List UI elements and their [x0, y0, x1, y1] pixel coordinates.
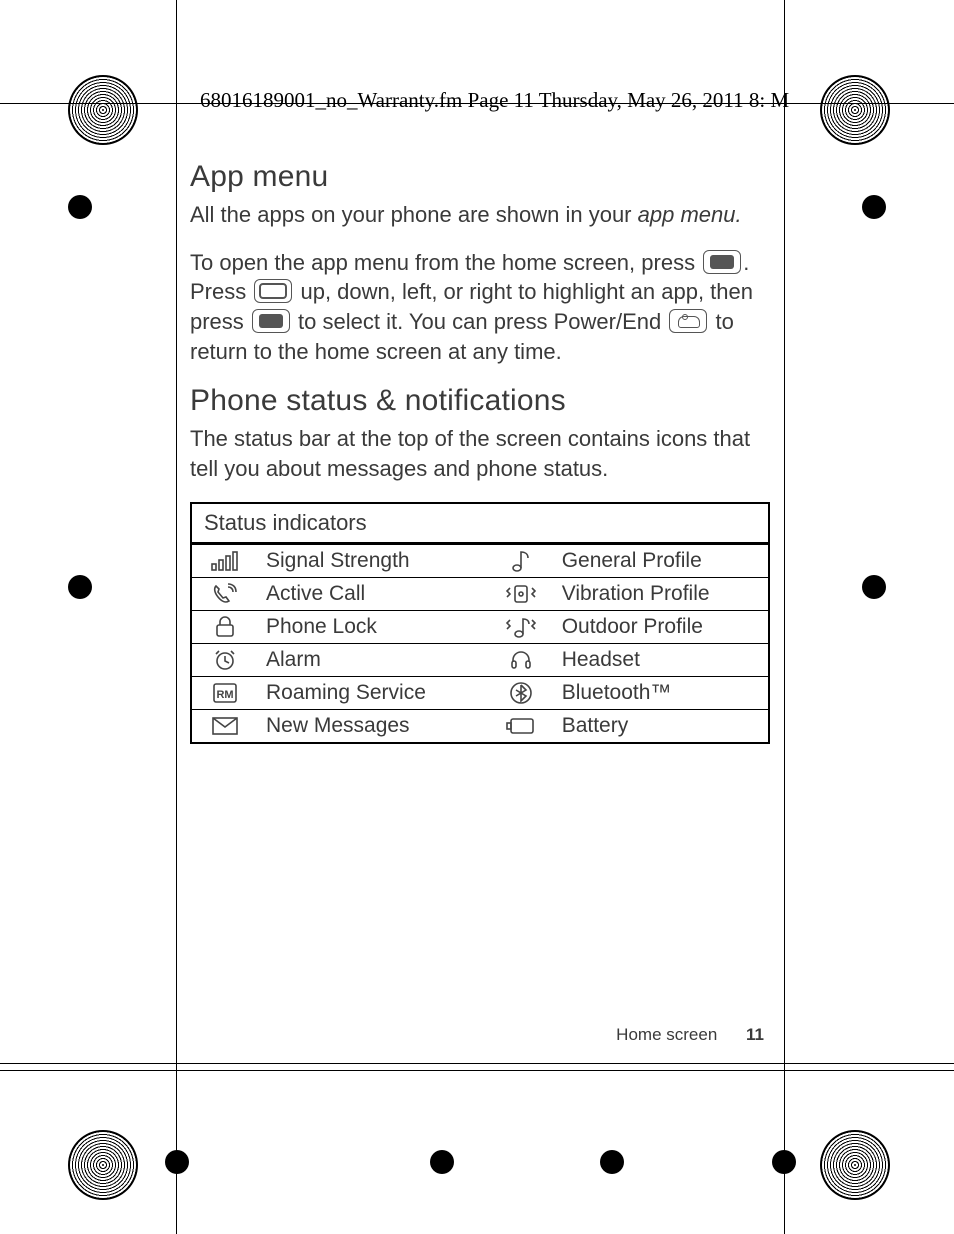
phone-lock-icon [191, 610, 258, 643]
crop-dot-icon [430, 1150, 454, 1174]
active-call-icon [191, 577, 258, 610]
text: To open the app menu from the home scree… [190, 250, 701, 275]
signal-strength-icon [191, 543, 258, 577]
crop-line-bottom [0, 1063, 954, 1064]
crop-line-right [784, 0, 785, 1234]
heading-phone-status: Phone status & notifications [190, 384, 770, 418]
roaming-icon: RM [191, 676, 258, 709]
page-footer: Home screen 11 [616, 1025, 764, 1045]
crop-line-left [176, 0, 177, 1234]
power-end-key-icon [669, 309, 707, 333]
table-title: Status indicators [191, 503, 769, 544]
cell-label: Phone Lock [258, 610, 488, 643]
text: to select it. You can press Power/End [292, 309, 667, 334]
table-row: Alarm Headset [191, 643, 769, 676]
page-content: App menu All the apps on your phone are … [190, 160, 770, 744]
cell-label: Roaming Service [258, 676, 488, 709]
crop-dot-icon [600, 1150, 624, 1174]
table-row: RM Roaming Service Bluetooth™ [191, 676, 769, 709]
headset-icon [488, 643, 554, 676]
vibration-profile-icon [488, 577, 554, 610]
heading-app-menu: App menu [190, 160, 770, 194]
bluetooth-icon [488, 676, 554, 709]
table-row: Active Call Vibration Profile [191, 577, 769, 610]
crop-dot-icon [68, 575, 92, 599]
registration-mark-icon [68, 1130, 138, 1200]
crop-dot-icon [165, 1150, 189, 1174]
cell-label: Vibration Profile [554, 577, 769, 610]
cell-label: Active Call [258, 577, 488, 610]
battery-icon [488, 709, 554, 743]
crop-dot-icon [68, 195, 92, 219]
cell-label: New Messages [258, 709, 488, 743]
cell-label: Battery [554, 709, 769, 743]
registration-mark-icon [820, 75, 890, 145]
center-key-icon [252, 309, 290, 333]
crop-line-bottom-2 [0, 1070, 954, 1071]
cell-label: Signal Strength [258, 543, 488, 577]
crop-dot-icon [862, 575, 886, 599]
svg-text:RM: RM [216, 689, 233, 701]
table-row: Phone Lock Outdoor Profile [191, 610, 769, 643]
text: All the apps on your phone are shown in … [190, 202, 638, 227]
table-row: New Messages Battery [191, 709, 769, 743]
status-bar-description: The status bar at the top of the screen … [190, 424, 770, 483]
text-italic: app menu. [638, 202, 742, 227]
registration-mark-icon [68, 75, 138, 145]
dpad-key-icon [254, 279, 292, 303]
printer-slug-line: 68016189001_no_Warranty.fm Page 11 Thurs… [200, 88, 789, 113]
registration-mark-icon [820, 1130, 890, 1200]
table-row: Signal Strength General Profile [191, 543, 769, 577]
footer-section-label: Home screen [616, 1025, 717, 1044]
center-key-icon [703, 250, 741, 274]
cell-label: General Profile [554, 543, 769, 577]
cell-label: Outdoor Profile [554, 610, 769, 643]
alarm-icon [191, 643, 258, 676]
cell-label: Bluetooth™ [554, 676, 769, 709]
cell-label: Headset [554, 643, 769, 676]
crop-dot-icon [772, 1150, 796, 1174]
cell-label: Alarm [258, 643, 488, 676]
status-indicators-table: Status indicators Signal Strength Genera… [190, 502, 770, 744]
app-menu-howto: To open the app menu from the home scree… [190, 248, 770, 367]
footer-page-number: 11 [746, 1025, 764, 1044]
app-menu-intro: All the apps on your phone are shown in … [190, 200, 770, 230]
new-messages-icon [191, 709, 258, 743]
outdoor-profile-icon [488, 610, 554, 643]
crop-dot-icon [862, 195, 886, 219]
music-note-icon [488, 543, 554, 577]
